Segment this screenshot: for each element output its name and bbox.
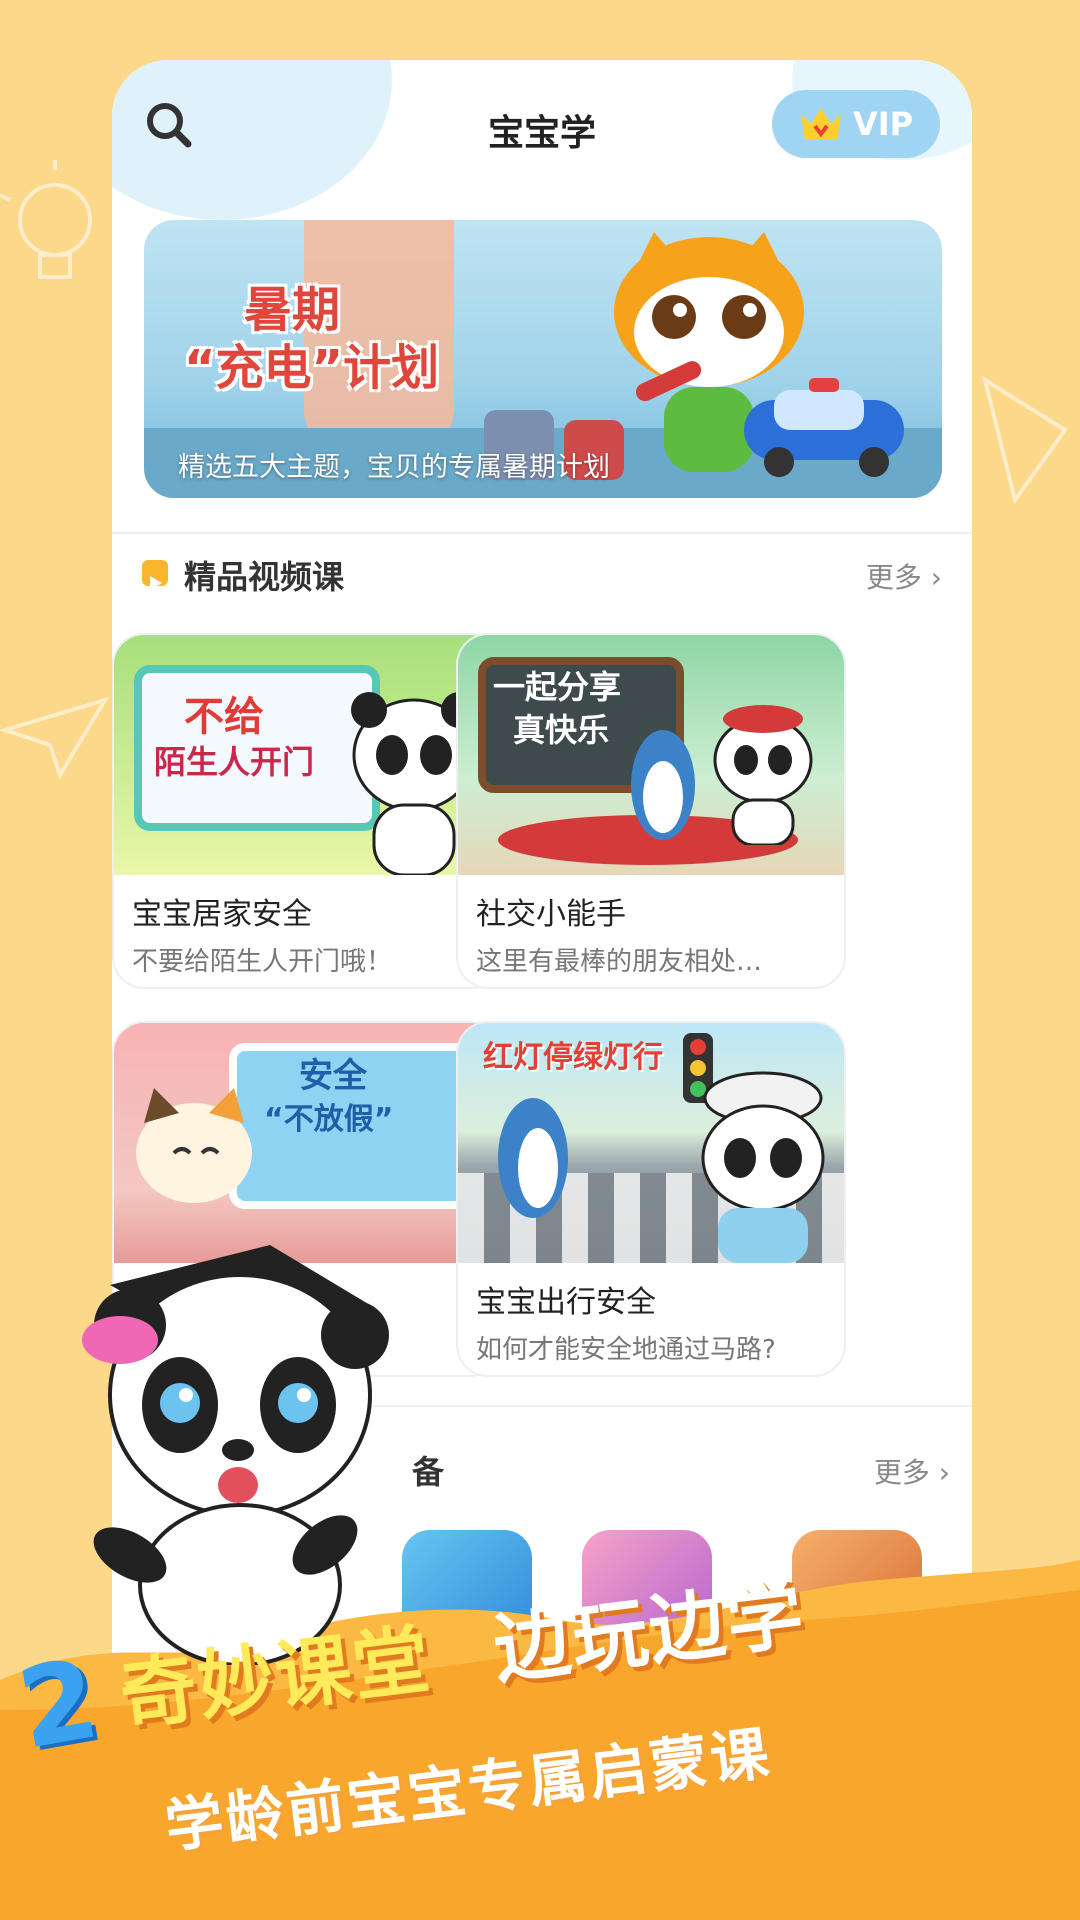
banner-headline: 暑期 “充电”计划	[184, 282, 439, 397]
panda-mascot	[82, 1245, 389, 1665]
course-title: 宝宝出行安全	[476, 1285, 656, 1320]
banner-headline-line2: “充电”计划	[184, 339, 440, 396]
promo-banner[interactable]: 暑期 “充电”计划 精选五大主题，宝贝的专属暑期计划	[144, 220, 942, 498]
panda-character	[713, 705, 813, 845]
section-title: 备	[412, 1453, 445, 1491]
police-car	[744, 378, 904, 477]
thumb-text: 安全	[299, 1056, 367, 1096]
lightbulb-doodle	[0, 160, 92, 279]
more-link[interactable]: 更多 ›	[866, 556, 942, 596]
banner-caption: 精选五大主题，宝贝的专属暑期计划	[178, 452, 610, 483]
course-card[interactable]: 一起分享 真快乐 社交小能手 这里有最棒的朋友相处…	[458, 635, 844, 987]
play-badge-icon	[142, 560, 168, 590]
vip-button[interactable]: VIP	[772, 90, 940, 158]
course-title: 宝宝居家安全	[132, 897, 312, 932]
course-title: 社交小能手	[476, 897, 626, 932]
course-card[interactable]: 红灯停绿灯行 宝宝出行安全 如何才能安全地通过马路?	[458, 1023, 844, 1375]
panda-police-character	[701, 1071, 825, 1263]
section-title: 精品视频课	[184, 558, 345, 596]
divider	[112, 532, 972, 534]
penguin-character	[631, 730, 695, 840]
course-subtitle: 如何才能安全地通过马路?	[476, 1335, 776, 1365]
vip-label: VIP	[852, 105, 914, 143]
section-header-video: 精品视频课 更多 ›	[142, 550, 942, 600]
thumb-text: 一起分享	[493, 668, 622, 706]
crown-icon	[800, 108, 841, 140]
course-card[interactable]: 不给 陌生人开门 宝宝居家安全 不要给陌生人开门哦！	[114, 635, 500, 987]
ruler-doodle	[981, 375, 1068, 505]
course-thumbnail: 红灯停绿灯行	[458, 1023, 844, 1263]
paper-plane-doodle	[0, 696, 110, 780]
bird-character	[498, 1098, 568, 1218]
course-thumbnail: 一起分享 真快乐	[458, 635, 844, 875]
thumb-text: 红灯停绿灯行	[483, 1040, 663, 1075]
course-subtitle: 这里有最棒的朋友相处…	[476, 947, 763, 977]
kitten-character	[136, 1088, 252, 1203]
course-thumbnail: 不给 陌生人开门	[114, 635, 500, 875]
thumb-text: 陌生人开门	[154, 743, 315, 781]
top-bar: 宝宝学 VIP	[112, 60, 972, 190]
thumb-text: 不给	[184, 694, 264, 740]
thumb-text: 真快乐	[513, 711, 610, 749]
banner-headline-line1: 暑期	[244, 282, 341, 338]
thumb-text: “不放假”	[264, 1102, 394, 1137]
course-subtitle: 不要给陌生人开门哦！	[132, 947, 393, 977]
more-link[interactable]: 更多 ›	[874, 1451, 950, 1491]
course-thumbnail: 安全 “不放假”	[114, 1023, 500, 1263]
